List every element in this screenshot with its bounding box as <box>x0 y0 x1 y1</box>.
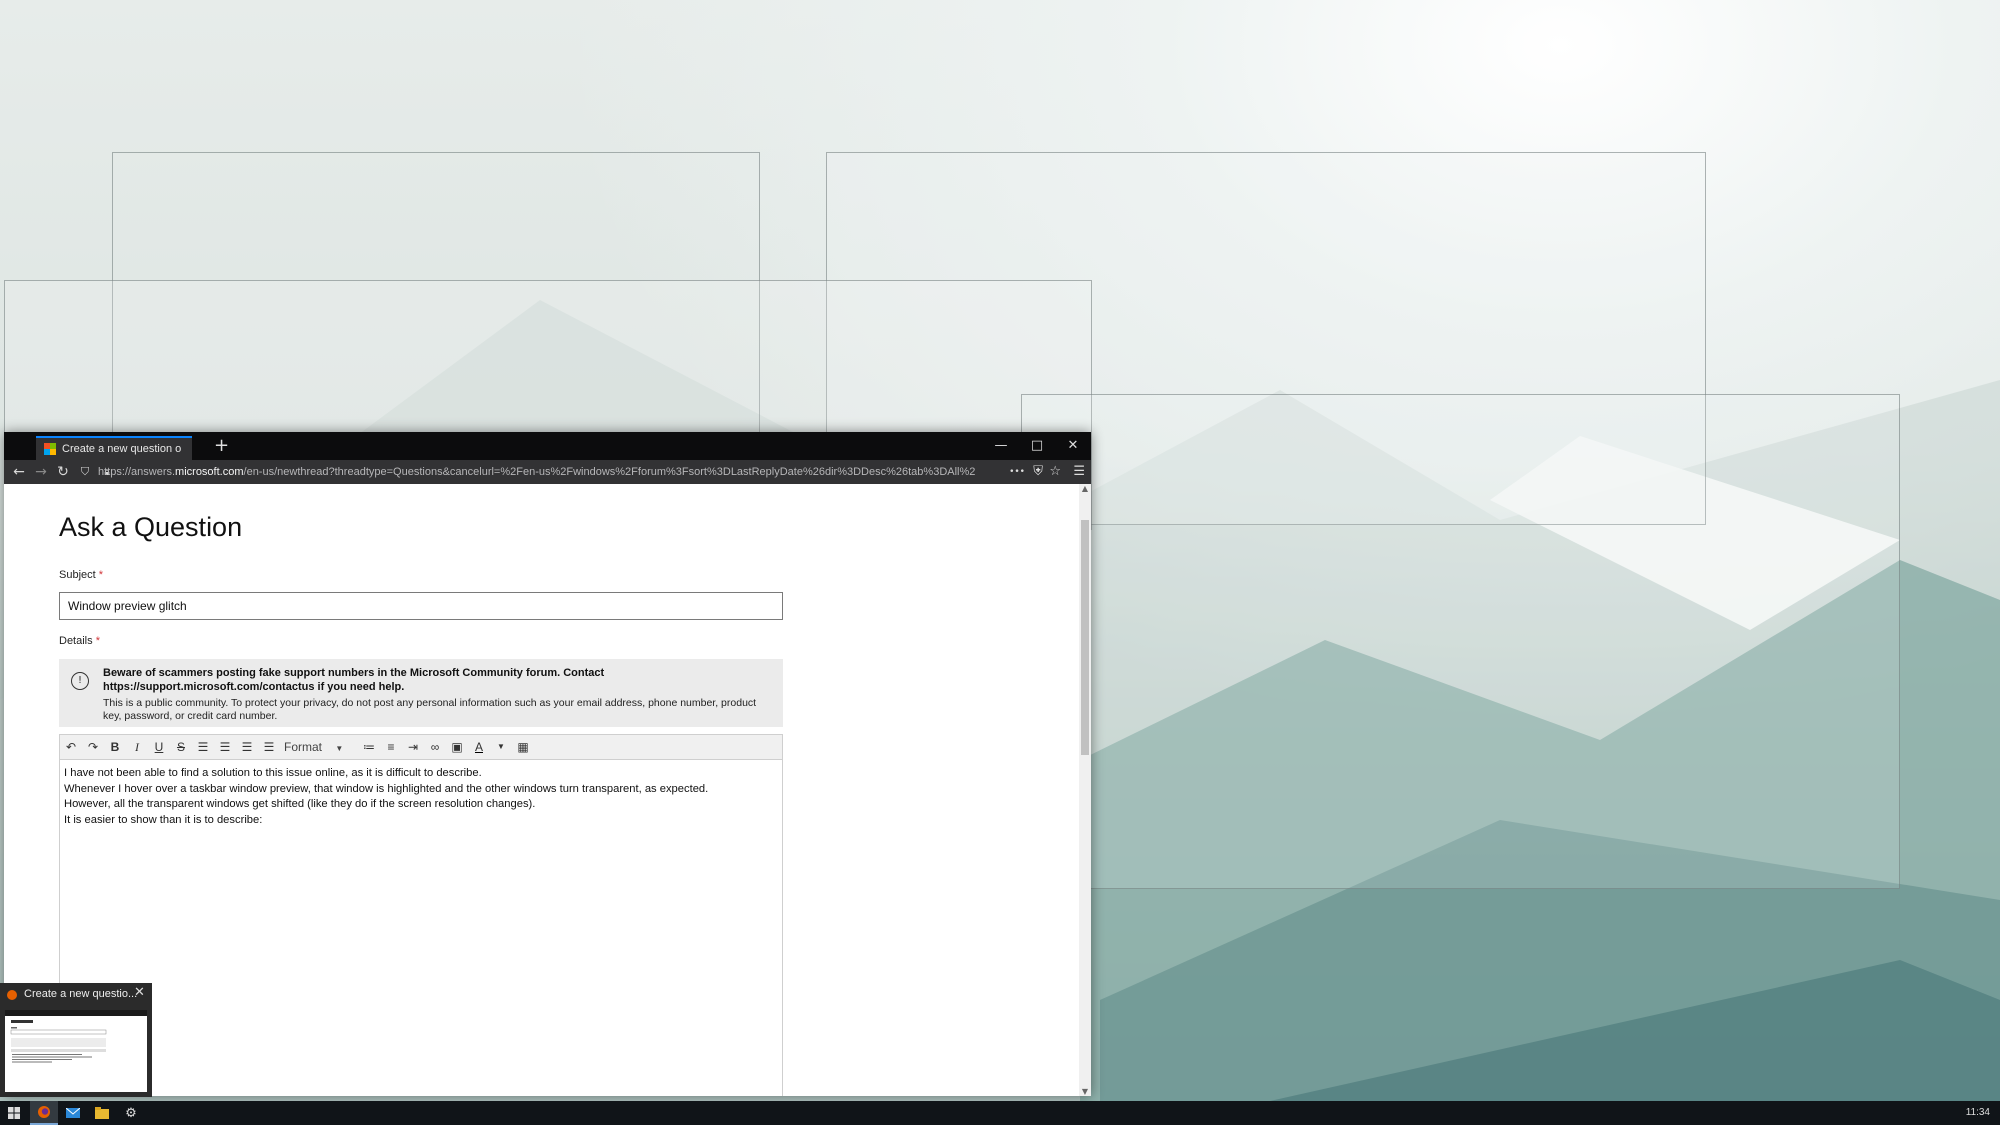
windows-logo-icon <box>8 1107 20 1119</box>
align-center-icon[interactable]: ☰ <box>214 736 236 758</box>
text-color-icon[interactable]: A <box>468 736 490 758</box>
redo-button[interactable]: ↷ <box>82 736 104 758</box>
new-tab-button[interactable]: + <box>214 434 229 458</box>
italic-button[interactable]: I <box>126 736 148 758</box>
mail-icon <box>66 1108 80 1118</box>
taskbar: ⚙ 11:34 <box>0 1101 2000 1125</box>
link-icon[interactable]: ∞ <box>424 736 446 758</box>
scroll-down-icon[interactable]: ▼ <box>1079 1087 1091 1096</box>
reload-icon[interactable]: ↻ <box>52 464 74 480</box>
editor-line: Whenever I hover over a taskbar window p… <box>64 782 709 795</box>
subject-input[interactable]: Window preview glitch <box>59 592 783 620</box>
required-mark: * <box>98 569 104 581</box>
page-title: Ask a Question <box>59 512 243 542</box>
microsoft-logo-icon <box>44 443 56 455</box>
shield-icon[interactable]: ⛉ <box>74 465 96 479</box>
navigation-bar: ← → ↻ ⛉ 🔒︎ https://answers.microsoft.com… <box>4 460 1091 484</box>
details-label: Details * <box>59 635 100 647</box>
firefox-icon <box>38 1106 50 1118</box>
undo-button[interactable]: ↶ <box>60 736 82 758</box>
more-actions-icon[interactable]: ••• <box>1009 460 1025 484</box>
folder-icon <box>95 1107 109 1119</box>
subject-label: Subject * <box>59 569 104 581</box>
scam-warning-notice: ! Beware of scammers posting fake suppor… <box>59 659 783 727</box>
taskbar-settings[interactable]: ⚙ <box>117 1101 145 1125</box>
tab-title: Create a new question or start a discuss… <box>62 443 182 455</box>
browser-tab[interactable]: Create a new question or start a discuss… <box>36 436 192 460</box>
align-left-icon[interactable]: ☰ <box>192 736 214 758</box>
taskbar-window-preview[interactable]: Create a new questio... ✕ <box>0 983 152 1097</box>
start-button[interactable] <box>0 1101 28 1125</box>
table-icon[interactable]: ▦ <box>512 736 534 758</box>
editor-line: I have not been able to find a solution … <box>64 767 482 779</box>
gear-icon: ⚙ <box>125 1105 137 1121</box>
scroll-up-icon[interactable]: ▲ <box>1079 484 1091 493</box>
taskbar-file-explorer[interactable] <box>88 1101 116 1125</box>
bookmark-star-icon[interactable]: ☆ <box>1049 460 1061 484</box>
clock[interactable]: 11:34 <box>1966 1101 1990 1125</box>
pocket-icon[interactable]: ⛨ <box>1033 460 1043 484</box>
firefox-icon <box>7 990 17 1000</box>
maximize-button[interactable]: □ <box>1019 432 1055 460</box>
taskbar-firefox[interactable] <box>30 1101 58 1125</box>
align-right-icon[interactable]: ☰ <box>236 736 258 758</box>
url-path: /en-us/newthread?threadtype=Questions&ca… <box>243 466 976 478</box>
close-window-button[interactable]: ✕ <box>1055 432 1091 460</box>
tab-bar: Create a new question or start a discuss… <box>4 432 1091 460</box>
details-editor[interactable]: I have not been able to find a solution … <box>59 760 783 1096</box>
indent-icon[interactable]: ⇥ <box>402 736 424 758</box>
editor-toolbar: ↶ ↷ B I U S ☰ ☰ ☰ ☰ Format ▼ ≔ ≡ ⇥ ∞ ▣ A… <box>59 734 783 760</box>
format-dropdown[interactable]: Format ▼ <box>280 740 358 754</box>
preview-close-button[interactable]: ✕ <box>134 985 145 1000</box>
notice-bold-text: Beware of scammers posting fake support … <box>103 667 605 693</box>
minimize-button[interactable]: — <box>983 432 1019 460</box>
image-icon[interactable]: ▣ <box>446 736 468 758</box>
forward-icon[interactable]: → <box>30 464 52 480</box>
editor-line: It is easier to show than it is to descr… <box>64 813 263 826</box>
info-icon: ! <box>71 672 89 690</box>
editor-line: However, all the transparent windows get… <box>64 798 536 810</box>
url-domain: microsoft.com <box>175 466 244 478</box>
notice-text: This is a public community. To protect y… <box>103 697 757 722</box>
bold-button[interactable]: B <box>104 736 126 758</box>
justify-icon[interactable]: ☰ <box>258 736 280 758</box>
preview-title: Create a new questio... <box>24 988 138 1000</box>
menu-icon[interactable]: ☰ <box>1073 460 1085 484</box>
underline-button[interactable]: U <box>148 736 170 758</box>
scrollbar[interactable]: ▲ ▼ <box>1079 484 1091 1096</box>
page-content: Ask a Question Subject * Window preview … <box>4 484 1079 1096</box>
required-mark: * <box>95 635 100 647</box>
color-dropdown-icon[interactable]: ▼ <box>490 736 512 758</box>
numbered-list-icon[interactable]: ≡ <box>380 736 402 758</box>
preview-thumbnail <box>5 1010 147 1092</box>
address-bar[interactable]: https://answers.microsoft.com/en-us/newt… <box>98 463 998 481</box>
url-prefix: https://answers. <box>98 466 176 478</box>
strikethrough-button[interactable]: S <box>170 736 192 758</box>
taskbar-mail[interactable] <box>59 1101 87 1125</box>
scrollbar-thumb[interactable] <box>1081 520 1089 755</box>
bullet-list-icon[interactable]: ≔ <box>358 736 380 758</box>
ghost-window-outline <box>1021 394 1900 889</box>
back-icon[interactable]: ← <box>8 464 30 480</box>
browser-window: Create a new question or start a discuss… <box>4 432 1091 1096</box>
